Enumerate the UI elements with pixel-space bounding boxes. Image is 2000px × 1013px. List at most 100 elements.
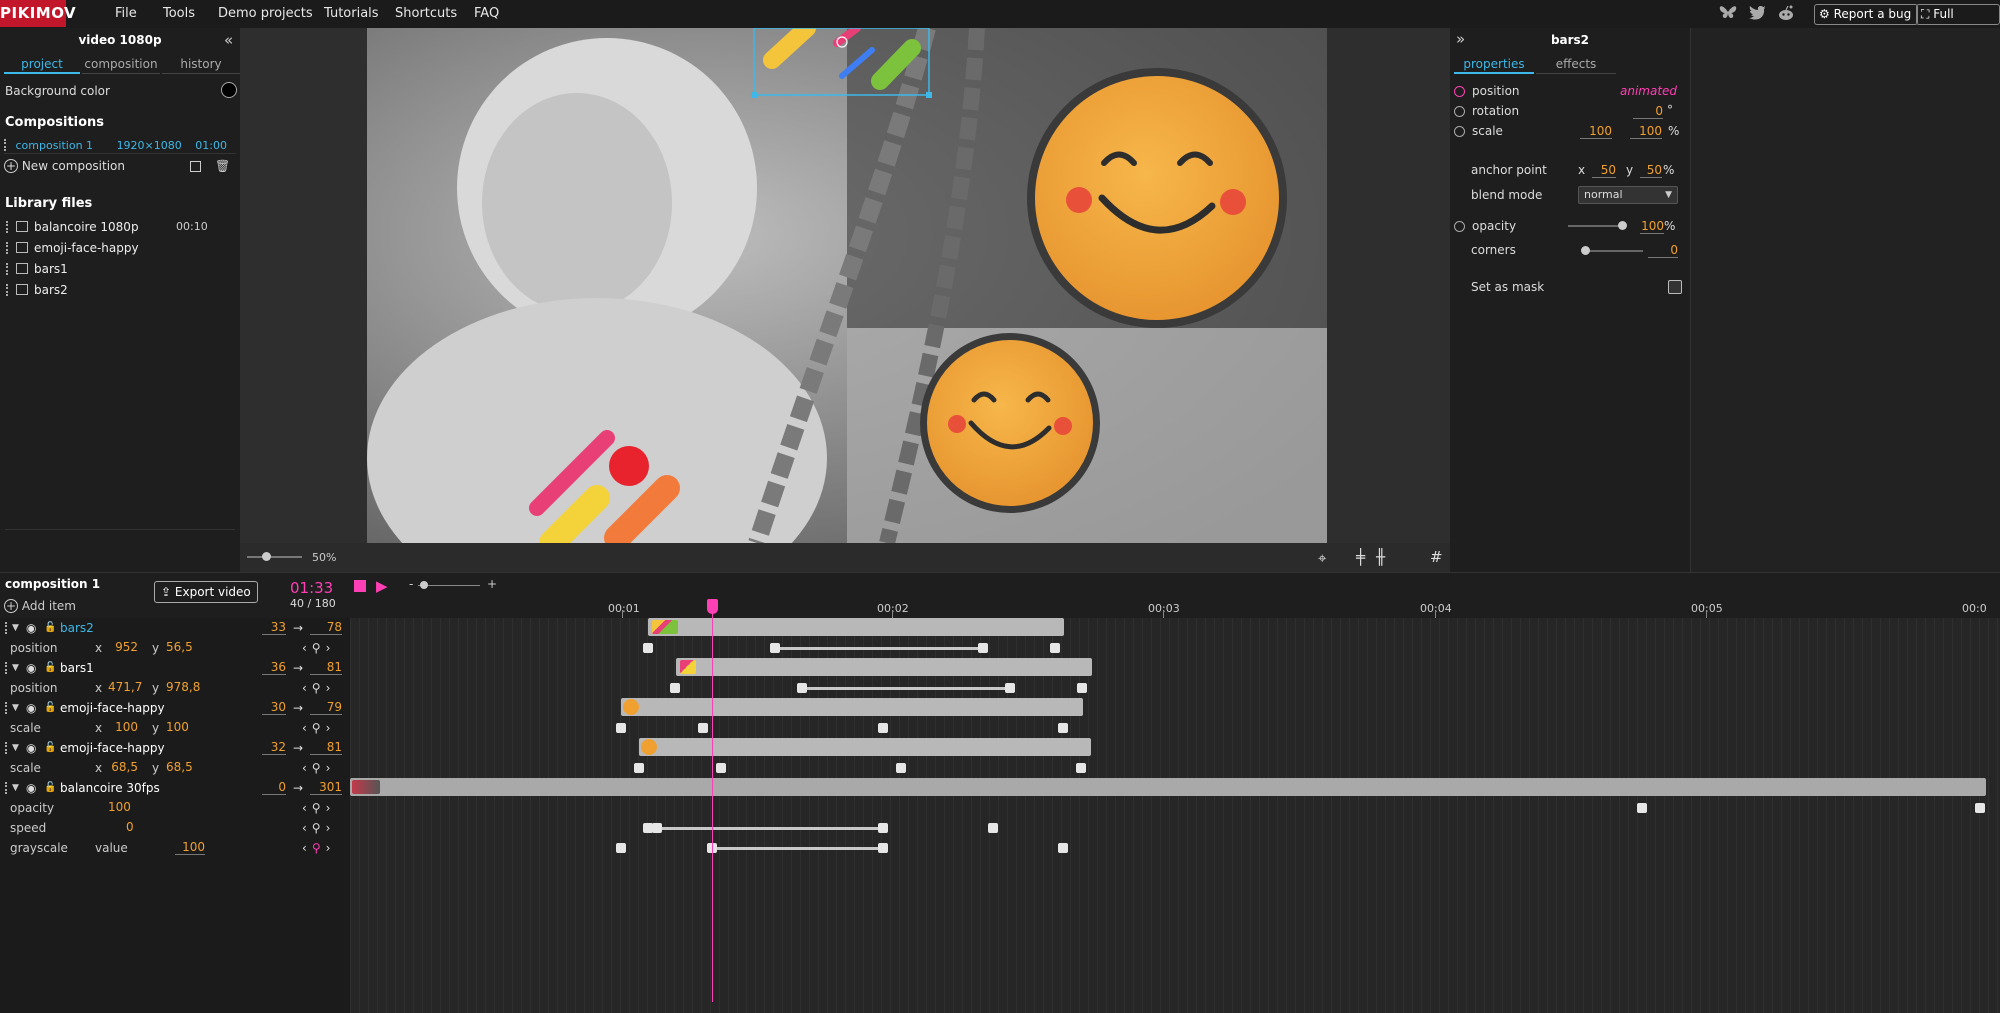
eye-icon[interactable]: ◉: [26, 658, 36, 678]
timeline-zoom-thumb[interactable]: [420, 581, 428, 589]
menu-shortcuts[interactable]: Shortcuts: [395, 0, 457, 28]
keyframe[interactable]: [1058, 723, 1068, 733]
keyframe[interactable]: [1076, 763, 1086, 773]
drag-handle-icon[interactable]: [6, 242, 8, 254]
grid-icon[interactable]: #: [1430, 548, 1443, 566]
layer-name[interactable]: emoji-face-happy: [60, 698, 165, 718]
drag-handle-icon[interactable]: [6, 284, 8, 296]
export-video-button[interactable]: ⇪ Export video: [154, 581, 258, 603]
tab-properties[interactable]: properties: [1454, 54, 1534, 74]
layer-out-point[interactable]: 81: [310, 740, 342, 755]
drag-handle-icon[interactable]: [4, 139, 6, 151]
keyframe[interactable]: [878, 823, 888, 833]
keyframe-clock-icon[interactable]: [1454, 106, 1465, 117]
library-item[interactable]: bars2: [6, 280, 236, 300]
timeline-zoom-in[interactable]: +: [487, 577, 497, 591]
layer-name[interactable]: bars1: [60, 658, 94, 678]
property-y-value[interactable]: 978,8: [166, 680, 206, 694]
lock-icon[interactable]: 🔓: [44, 778, 56, 798]
corners-slider[interactable]: [1581, 246, 1643, 255]
keyframe[interactable]: [1050, 643, 1060, 653]
keyframe[interactable]: [1077, 683, 1087, 693]
layer-in-point[interactable]: 32: [262, 740, 286, 755]
composition-row[interactable]: composition 1 1920×1080 01:00: [4, 137, 236, 154]
app-logo[interactable]: PIKIMOV: [0, 0, 76, 27]
full-screen-button[interactable]: ⛶ Full screen: [1916, 4, 2000, 40]
chevron-down-icon[interactable]: ▼: [12, 658, 19, 678]
menu-tutorials[interactable]: Tutorials: [324, 0, 379, 28]
add-item-button[interactable]: + Add item: [4, 599, 76, 613]
library-item[interactable]: bars1: [6, 259, 236, 279]
keyframe[interactable]: [1058, 843, 1068, 853]
keyframe-nav-icon[interactable]: ‹⚲›: [302, 818, 335, 838]
property-y-value[interactable]: 100: [166, 720, 196, 734]
clip-bar-bars1[interactable]: [676, 658, 1092, 676]
layer-in-point[interactable]: 0: [262, 780, 286, 795]
tab-composition[interactable]: composition: [82, 54, 160, 74]
drag-handle-icon[interactable]: [5, 742, 7, 754]
keyframe[interactable]: [770, 643, 780, 653]
scale-y-input[interactable]: 100: [1630, 124, 1662, 139]
chevron-down-icon[interactable]: ▼: [12, 778, 19, 798]
keyframe-nav-icon[interactable]: ‹⚲›: [302, 758, 335, 778]
corners-slider-thumb[interactable]: [1581, 246, 1590, 255]
eye-icon[interactable]: ◉: [26, 618, 36, 638]
butterfly-icon[interactable]: [1718, 5, 1738, 23]
keyframe[interactable]: [698, 723, 708, 733]
scale-x-input[interactable]: 100: [1580, 124, 1612, 139]
menu-tools[interactable]: Tools: [163, 0, 195, 28]
keyframe[interactable]: [896, 763, 906, 773]
keyframe[interactable]: [716, 763, 726, 773]
opacity-slider-thumb[interactable]: [1618, 221, 1627, 230]
layer-in-point[interactable]: 36: [262, 660, 286, 675]
anchor-x-input[interactable]: 50: [1592, 163, 1616, 178]
lock-icon[interactable]: 🔓: [44, 698, 56, 718]
lock-icon[interactable]: 🔓: [44, 738, 56, 758]
property-y-value[interactable]: 56,5: [166, 640, 196, 654]
playhead-handle[interactable]: [707, 599, 718, 614]
layer-out-point[interactable]: 81: [310, 660, 342, 675]
chevron-down-icon[interactable]: ▼: [12, 738, 19, 758]
keyframe[interactable]: [878, 723, 888, 733]
layer-in-point[interactable]: 33: [262, 620, 286, 635]
opacity-slider[interactable]: [1568, 221, 1627, 230]
layer-name[interactable]: bars2: [60, 618, 94, 638]
position-value[interactable]: animated: [1620, 84, 1677, 98]
distribute-icon[interactable]: ╫: [1376, 548, 1385, 566]
menu-demo-projects[interactable]: Demo projects: [218, 0, 313, 28]
zoom-slider-thumb[interactable]: [262, 552, 271, 561]
layer-out-point[interactable]: 78: [310, 620, 342, 635]
keyframe-nav-icon[interactable]: ‹⚲›: [302, 678, 335, 698]
keyframe[interactable]: [1005, 683, 1015, 693]
layer-name[interactable]: balancoire 30fps: [60, 778, 160, 798]
new-composition-button[interactable]: + New composition: [4, 159, 125, 173]
keyframe[interactable]: [652, 823, 662, 833]
trash-icon[interactable]: 🗑: [215, 159, 230, 173]
keyframe[interactable]: [616, 723, 626, 733]
property-x-value[interactable]: 471,7: [108, 680, 142, 694]
clip-bar-bars2[interactable]: [648, 618, 1064, 636]
drag-handle-icon[interactable]: [5, 662, 7, 674]
property-x-value[interactable]: 100: [108, 720, 138, 734]
keyframe-nav-icon[interactable]: ‹⚲›: [302, 718, 335, 738]
clip-bar-balancoire[interactable]: [350, 778, 1986, 796]
keyframe[interactable]: [978, 643, 988, 653]
anchor-y-input[interactable]: 50: [1640, 163, 1662, 178]
chevron-down-icon[interactable]: ▼: [12, 698, 19, 718]
twitter-icon[interactable]: [1748, 5, 1768, 23]
library-item[interactable]: emoji-face-happy: [6, 238, 236, 258]
keyframe[interactable]: [1637, 803, 1647, 813]
mask-toggle-icon[interactable]: [1668, 280, 1682, 294]
layer-name[interactable]: emoji-face-happy: [60, 738, 165, 758]
play-button[interactable]: ▶: [376, 577, 388, 595]
drag-handle-icon[interactable]: [6, 221, 8, 233]
tab-project[interactable]: project: [4, 54, 80, 74]
layer-out-point[interactable]: 301: [310, 780, 342, 795]
keyframe-clock-icon[interactable]: [1454, 221, 1465, 232]
layer-row[interactable]: ▼ ◉ 🔓 bars2 33 → 78: [0, 618, 350, 638]
property-value[interactable]: 0: [126, 820, 146, 834]
drag-handle-icon[interactable]: [5, 702, 7, 714]
library-item[interactable]: balancoire 1080p 00:10: [6, 217, 236, 237]
clip-bar-emoji[interactable]: [639, 738, 1091, 756]
corners-input[interactable]: 0: [1648, 243, 1678, 258]
